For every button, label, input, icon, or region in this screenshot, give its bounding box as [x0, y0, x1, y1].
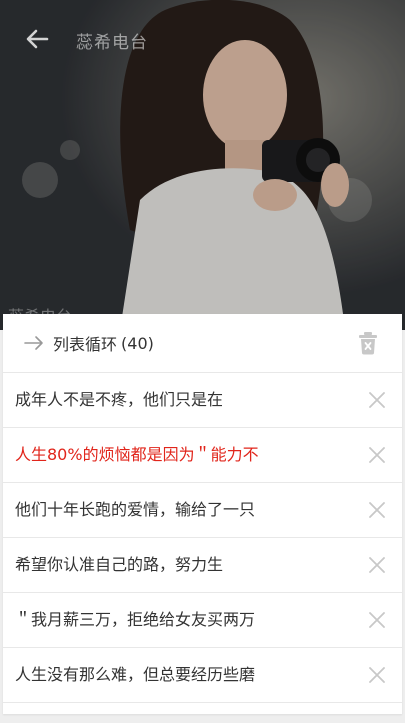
close-icon[interactable] [368, 391, 386, 409]
song-list: 成年人不是不疼，他们只是在 人生80%的烦恼都是因为＂能力不 他们十年长跑的爱情，输… [3, 373, 402, 703]
song-row[interactable]: 成年人不是不疼，他们只是在 [3, 373, 402, 428]
song-title[interactable]: 他们十年长跑的爱情，输给了一只 [15, 483, 255, 537]
song-row[interactable]: ＂我月薪三万，拒绝给女友买两万 [3, 593, 402, 648]
song-title[interactable]: 人生没有那么难，但总要经历些磨 [15, 648, 255, 702]
playlist-panel: 列表循环 (40) 成年人不是不疼，他们只是在 人生80%的烦恼都是因为＂能力不他… [3, 314, 402, 714]
cover-banner: 蕊希电台 蕊希电台 [0, 0, 405, 330]
cover-overlay [0, 0, 405, 330]
play-mode-button[interactable]: 列表循环 (40) [23, 328, 154, 358]
song-title[interactable]: 希望你认准自己的路，努力生 [15, 538, 223, 592]
close-icon[interactable] [368, 611, 386, 629]
song-row[interactable]: 人生没有那么难，但总要经历些磨 [3, 648, 402, 703]
song-row[interactable]: 人生80%的烦恼都是因为＂能力不 [3, 428, 402, 483]
song-title[interactable]: 人生80%的烦恼都是因为＂能力不 [15, 428, 259, 482]
playlist-header: 列表循环 (40) [3, 314, 402, 373]
back-arrow-icon[interactable] [22, 24, 52, 54]
trash-icon[interactable] [358, 331, 378, 355]
song-title[interactable]: 成年人不是不疼，他们只是在 [15, 373, 223, 427]
close-icon[interactable] [368, 501, 386, 519]
close-icon[interactable] [368, 556, 386, 574]
close-icon[interactable] [368, 446, 386, 464]
arrow-right-icon [24, 336, 43, 350]
song-title[interactable]: ＂我月薪三万，拒绝给女友买两万 [15, 593, 255, 647]
song-row[interactable]: 他们十年长跑的爱情，输给了一只 [3, 483, 402, 538]
song-row[interactable]: 希望你认准自己的路，努力生 [3, 538, 402, 593]
close-icon[interactable] [368, 666, 386, 684]
playlist-count: (40) [121, 333, 154, 353]
play-mode-label: 列表循环 [53, 335, 118, 354]
app-title: 蕊希电台 [76, 33, 148, 53]
